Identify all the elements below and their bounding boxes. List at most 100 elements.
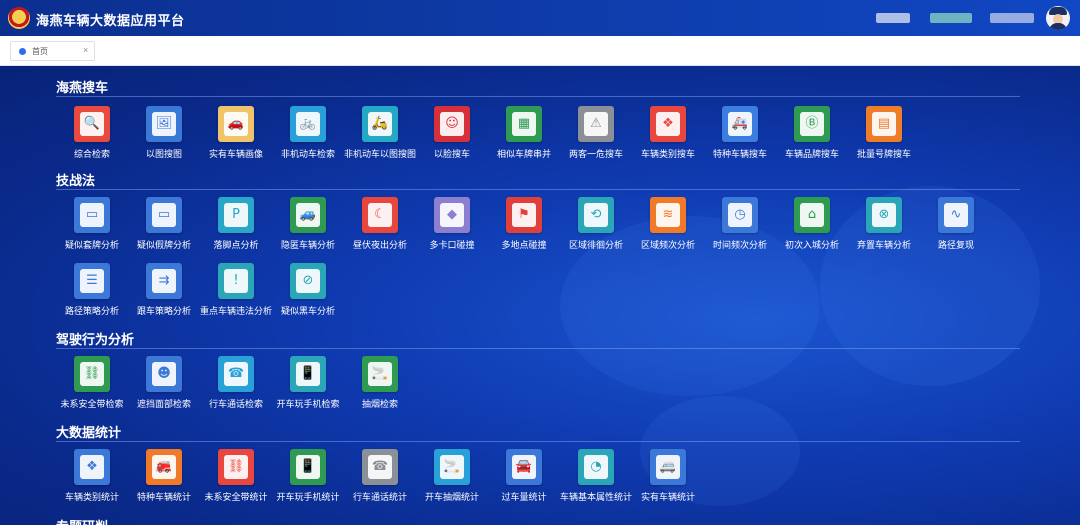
function-tile-hidden-vehicle[interactable]: 🚙 隐匿车辆分析 xyxy=(272,197,344,259)
bicycle-search-icon-glyph: 🚲 xyxy=(296,112,320,136)
vehicle-attribute-icon-glyph: ◔ xyxy=(584,455,608,479)
top-bar: 海燕车辆大数据应用平台 xyxy=(0,0,1080,36)
traffic-volume-icon: 🚘 xyxy=(506,449,542,485)
section-title: 大数据统计 xyxy=(56,425,122,440)
phone-call-icon: ☎ xyxy=(218,356,254,392)
function-tile-follow-car[interactable]: ⇉ 跟车策略分析 xyxy=(128,263,200,325)
user-avatar[interactable] xyxy=(1046,6,1070,30)
main-content: 海燕搜车 🔍 综合检索 🖼 以图搜图 🚗 实有车辆画像 🚲 非机动车检索 🛵 非机动车以图搜图 ☺ 以脸… xyxy=(0,66,1080,525)
function-tile-parking[interactable]: P 落脚点分析 xyxy=(200,197,272,259)
section-divider xyxy=(56,348,1020,349)
function-tile-smoking[interactable]: 🚬 抽烟检索 xyxy=(344,356,416,418)
function-tile-label: 实有车辆统计 xyxy=(640,492,695,502)
function-tile-area-frequency[interactable]: ≋ 区域频次分析 xyxy=(632,197,704,259)
function-tile-abandoned-vehicle[interactable]: ⊗ 弃置车辆分析 xyxy=(848,197,920,259)
active-dot-icon xyxy=(19,48,26,55)
function-tile-special-vehicle-stats[interactable]: 🚒 特种车辆统计 xyxy=(128,449,200,511)
route-replay-icon-glyph: ∿ xyxy=(944,203,968,227)
function-tile-false-plate[interactable]: ▭ 疑似假牌分析 xyxy=(128,197,200,259)
function-tile-search-record[interactable]: 🔍 综合检索 xyxy=(56,106,128,168)
function-tile-label: 抽烟检索 xyxy=(361,399,398,409)
function-tile-smoking-stats[interactable]: 🚬 开车抽烟统计 xyxy=(416,449,488,511)
function-tile-vehicle-type-stats[interactable]: ❖ 车辆类别统计 xyxy=(56,449,128,511)
function-tile-special-vehicle[interactable]: 🚑 特种车辆搜车 xyxy=(704,106,776,168)
smoking-stats-icon-glyph: 🚬 xyxy=(440,455,464,479)
function-tile-image-search[interactable]: 🖼 以图搜图 xyxy=(128,106,200,168)
smoking-icon: 🚬 xyxy=(362,356,398,392)
function-tile-phone-call-stats[interactable]: ☎ 行车通话统计 xyxy=(344,449,416,511)
function-tile-vehicle-attribute[interactable]: ◔ 车辆基本属性统计 xyxy=(560,449,632,511)
function-tile-vehicle-type[interactable]: ❖ 车辆类别搜车 xyxy=(632,106,704,168)
parking-icon: P xyxy=(218,197,254,233)
seatbelt-icon: ⛓ xyxy=(74,356,110,392)
function-tile-phone-call[interactable]: ☎ 行车通话检索 xyxy=(200,356,272,418)
close-icon[interactable]: × xyxy=(83,45,88,55)
function-tile-city-entry[interactable]: ⌂ 初次入城分析 xyxy=(776,197,848,259)
hidden-vehicle-icon: 🚙 xyxy=(290,197,326,233)
area-loiter-icon-glyph: ⟲ xyxy=(584,203,608,227)
black-car-icon-glyph: ⊘ xyxy=(296,269,320,293)
bicycle-image-search-icon-glyph: 🛵 xyxy=(368,112,392,136)
function-tile-brand-search[interactable]: Ⓑ 车辆品牌搜车 xyxy=(776,106,848,168)
function-tile-route-strategy[interactable]: ☰ 路径策略分析 xyxy=(56,263,128,325)
vehicle-type-stats-icon-glyph: ❖ xyxy=(80,455,104,479)
area-loiter-icon: ⟲ xyxy=(578,197,614,233)
blurred-user-info xyxy=(990,13,1034,23)
phone-use-stats-icon: 📱 xyxy=(290,449,326,485)
section-divider xyxy=(56,189,1020,190)
fake-plate-icon-glyph: ▭ xyxy=(80,203,104,227)
function-tile-fake-plate[interactable]: ▭ 疑似套牌分析 xyxy=(56,197,128,259)
traffic-volume-icon-glyph: 🚘 xyxy=(512,455,536,479)
abandoned-vehicle-icon-glyph: ⊗ xyxy=(872,203,896,227)
blurred-user-info xyxy=(876,13,910,23)
function-tile-bicycle-image-search[interactable]: 🛵 非机动车以图搜图 xyxy=(344,106,416,168)
function-tile-route-replay[interactable]: ∿ 路径复现 xyxy=(920,197,992,259)
vehicle-attribute-icon: ◔ xyxy=(578,449,614,485)
hazard-vehicle-icon: ⚠ xyxy=(578,106,614,142)
function-tile-black-car[interactable]: ⊘ 疑似黑车分析 xyxy=(272,263,344,325)
hidden-vehicle-icon-glyph: 🚙 xyxy=(296,203,320,227)
function-tile-phone-use-stats[interactable]: 📱 开车玩手机统计 xyxy=(272,449,344,511)
function-tile-area-loiter[interactable]: ⟲ 区域徘徊分析 xyxy=(560,197,632,259)
phone-use-icon-glyph: 📱 xyxy=(296,362,320,386)
function-tile-similar-plate[interactable]: ▦ 相似车牌串并 xyxy=(488,106,560,168)
face-cover-icon-glyph: ☻ xyxy=(152,362,176,386)
function-tile-seatbelt[interactable]: ⛓ 未系安全带检索 xyxy=(56,356,128,418)
phone-use-stats-icon-glyph: 📱 xyxy=(296,455,320,479)
smoking-stats-icon: 🚬 xyxy=(434,449,470,485)
function-tile-face-cover[interactable]: ☻ 遮挡面部检索 xyxy=(128,356,200,418)
function-tile-traffic-volume[interactable]: 🚘 过车量统计 xyxy=(488,449,560,511)
section-title: 专题研判 xyxy=(56,516,108,525)
police-badge-logo-icon xyxy=(8,7,30,29)
bicycle-image-search-icon: 🛵 xyxy=(362,106,398,142)
follow-car-icon: ⇉ xyxy=(146,263,182,299)
car-portrait-icon-glyph: 🚗 xyxy=(224,112,248,136)
parking-icon-glyph: P xyxy=(224,203,248,227)
special-vehicle-icon: 🚑 xyxy=(722,106,758,142)
route-strategy-icon: ☰ xyxy=(74,263,110,299)
function-tile-multi-location[interactable]: ⚑ 多地点碰撞 xyxy=(488,197,560,259)
function-tile-multi-checkpoint[interactable]: ◆ 多卡口碰撞 xyxy=(416,197,488,259)
similar-plate-icon-glyph: ▦ xyxy=(512,112,536,136)
image-search-icon: 🖼 xyxy=(146,106,182,142)
function-tile-key-vehicle-violation[interactable]: ! 重点车辆违法分析 xyxy=(200,263,272,325)
multi-location-icon-glyph: ⚑ xyxy=(512,203,536,227)
function-tile-face-search[interactable]: ☺ 以脸搜车 xyxy=(416,106,488,168)
function-tile-seatbelt-stats[interactable]: ⛓ 未系安全带统计 xyxy=(200,449,272,511)
black-car-icon: ⊘ xyxy=(290,263,326,299)
seatbelt-stats-icon-glyph: ⛓ xyxy=(224,455,248,479)
false-plate-icon-glyph: ▭ xyxy=(152,203,176,227)
function-tile-batch-plate[interactable]: ▤ 批量号牌搜车 xyxy=(848,106,920,168)
function-tile-bicycle-search[interactable]: 🚲 非机动车检索 xyxy=(272,106,344,168)
function-tile-time-frequency[interactable]: ◷ 时间频次分析 xyxy=(704,197,776,259)
vehicle-type-icon: ❖ xyxy=(650,106,686,142)
function-tile-car-portrait[interactable]: 🚗 实有车辆画像 xyxy=(200,106,272,168)
vehicle-type-icon-glyph: ❖ xyxy=(656,112,680,136)
special-vehicle-stats-icon-glyph: 🚒 xyxy=(152,455,176,479)
function-tile-night-vehicle[interactable]: ☾ 昼伏夜出分析 xyxy=(344,197,416,259)
batch-plate-icon: ▤ xyxy=(866,106,902,142)
function-tile-actual-vehicle-stats[interactable]: 🚐 实有车辆统计 xyxy=(632,449,704,511)
function-tile-hazard-vehicle[interactable]: ⚠ 两客一危搜车 xyxy=(560,106,632,168)
tab-home[interactable]: 首页 × xyxy=(10,41,95,61)
function-tile-phone-use[interactable]: 📱 开车玩手机检索 xyxy=(272,356,344,418)
